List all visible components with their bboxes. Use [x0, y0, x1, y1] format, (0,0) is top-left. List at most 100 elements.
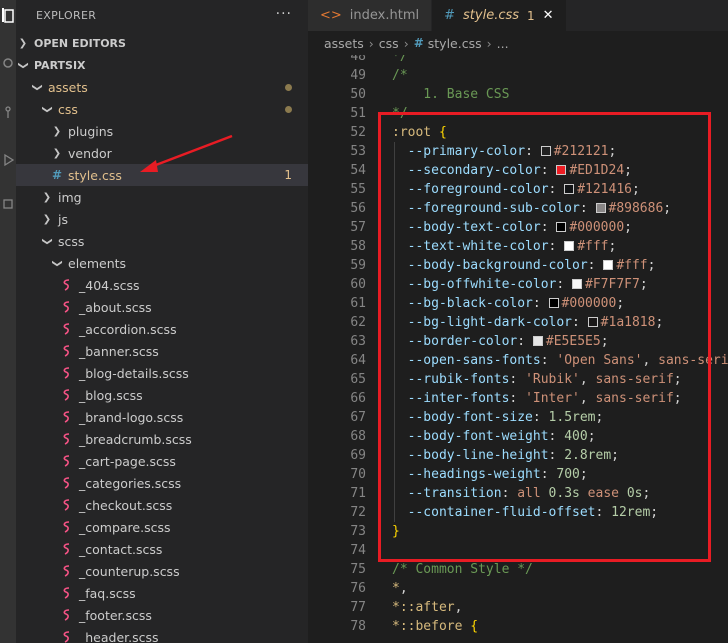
line-number: 48 — [350, 55, 366, 64]
line-number: 54 — [350, 163, 366, 178]
code-line[interactable]: *::after, — [392, 598, 462, 617]
line-number: 52 — [350, 125, 366, 140]
line-number: 49 — [350, 68, 366, 83]
chevron-right-icon: ❯ — [52, 147, 62, 159]
line-number: 50 — [350, 87, 366, 102]
tab-style-css[interactable]: # style.css 1 ✕ — [432, 0, 567, 31]
html-file-icon: <> — [320, 8, 342, 23]
line-number: 59 — [350, 258, 366, 273]
tree-item[interactable]: ❯ js — [16, 208, 308, 230]
tree-item[interactable]: _accordion.scss — [16, 318, 308, 340]
tree-item[interactable]: _counterup.scss — [16, 560, 308, 582]
tree-item-label: scss — [58, 233, 85, 249]
explorer-title: EXPLORER — [36, 9, 97, 22]
line-number: 77 — [350, 600, 366, 615]
line-number: 55 — [350, 182, 366, 197]
tree-item[interactable]: ❯ img — [16, 186, 308, 208]
tree-item-label: vendor — [68, 145, 112, 161]
sass-file-icon — [60, 587, 74, 599]
code-line[interactable]: /* — [392, 66, 408, 85]
run-debug-icon[interactable] — [2, 152, 15, 167]
line-number: 51 — [350, 106, 366, 121]
code-token: , — [399, 581, 408, 596]
tree-item[interactable]: _blog-details.scss — [16, 362, 308, 384]
tree-item[interactable]: _faq.scss — [16, 582, 308, 604]
tree-item-label: _404.scss — [79, 277, 140, 293]
open-editors-section[interactable]: ❯ OPEN EDITORS — [16, 32, 308, 54]
sass-file-icon — [60, 367, 74, 379]
chevron-right-icon: ❯ — [18, 37, 28, 49]
more-actions-icon[interactable]: ··· — [276, 6, 292, 22]
highlight-box — [378, 112, 711, 562]
chevron-down-icon: ❯ — [17, 60, 29, 70]
source-control-icon[interactable] — [2, 104, 14, 118]
tree-item[interactable]: _404.scss — [16, 274, 308, 296]
code-token: *::before — [392, 619, 471, 634]
tree-item[interactable]: _brand-logo.scss — [16, 406, 308, 428]
code-line[interactable]: 1. Base CSS — [392, 85, 509, 104]
annotation-arrow — [140, 134, 233, 172]
close-icon[interactable]: ✕ — [543, 8, 554, 23]
tree-item-label: _accordion.scss — [79, 321, 177, 337]
code-token: { — [470, 619, 479, 634]
tree-item[interactable]: ❯ elements — [16, 252, 308, 274]
chevron-right-icon: ❯ — [42, 191, 52, 203]
code-line[interactable]: *, — [392, 579, 408, 598]
sass-file-icon — [60, 477, 74, 489]
tree-item[interactable]: _header.scss — [16, 626, 308, 643]
extensions-icon[interactable] — [2, 196, 14, 210]
code-line[interactable]: *::before { — [392, 617, 478, 636]
css-file-icon: # — [413, 36, 424, 50]
sass-file-icon — [60, 323, 74, 335]
tree-item[interactable]: _checkout.scss — [16, 494, 308, 516]
tree-item[interactable]: ❯ css — [16, 98, 308, 120]
breadcrumb-item[interactable]: css — [379, 36, 399, 51]
sass-file-icon — [60, 279, 74, 291]
tree-item[interactable]: _categories.scss — [16, 472, 308, 494]
line-number: 63 — [350, 334, 366, 349]
tree-item-label: _counterup.scss — [79, 563, 180, 579]
explorer-icon[interactable] — [2, 8, 14, 23]
tab-index-html[interactable]: <> index.html — [308, 0, 433, 31]
tree-item[interactable]: _contact.scss — [16, 538, 308, 560]
code-line[interactable]: /* Common Style */ — [392, 560, 533, 579]
tree-item-label: plugins — [68, 123, 114, 139]
tree-item[interactable]: _about.scss — [16, 296, 308, 318]
chevron-down-icon: ❯ — [41, 236, 53, 246]
explorer-sidebar: EXPLORER ··· ❯ OPEN EDITORS ❯ PARTSIX ❯ a… — [16, 0, 308, 643]
line-number: 69 — [350, 448, 366, 463]
tree-item-label: _cart-page.scss — [79, 453, 176, 469]
code-token: *::after — [392, 600, 455, 615]
tree-item[interactable]: _compare.scss — [16, 516, 308, 538]
code-line[interactable]: */ — [392, 55, 408, 66]
sass-file-icon — [60, 345, 74, 357]
sass-file-icon — [60, 543, 74, 555]
breadcrumb-item[interactable]: assets — [324, 36, 364, 51]
code-token: /* Common Style */ — [392, 562, 533, 577]
tree-item[interactable]: _cart-page.scss — [16, 450, 308, 472]
sass-file-icon — [60, 301, 74, 313]
line-number: 75 — [350, 562, 366, 577]
breadcrumb-item[interactable]: style.css — [428, 36, 482, 51]
editor-tabs: <> index.html # style.css 1 ✕ — [308, 0, 728, 31]
css-file-icon: # — [51, 168, 63, 182]
tree-item[interactable]: _blog.scss — [16, 384, 308, 406]
problems-badge: 1 — [527, 8, 535, 23]
tree-item-label: _header.scss — [79, 629, 159, 643]
project-section[interactable]: ❯ PARTSIX — [16, 54, 308, 76]
chevron-down-icon: ❯ — [41, 104, 53, 114]
tree-item[interactable]: _breadcrumb.scss — [16, 428, 308, 450]
breadcrumb-item[interactable]: ... — [497, 36, 509, 51]
tree-item[interactable]: ❯ scss — [16, 230, 308, 252]
tree-item[interactable]: _footer.scss — [16, 604, 308, 626]
line-number: 64 — [350, 353, 366, 368]
line-number: 72 — [350, 505, 366, 520]
line-number: 53 — [350, 144, 366, 159]
tree-item[interactable]: ❯ assets — [16, 76, 308, 98]
line-number: 78 — [350, 619, 366, 634]
line-number: 56 — [350, 201, 366, 216]
sass-file-icon — [60, 411, 74, 423]
search-icon[interactable] — [2, 56, 14, 70]
breadcrumb: assets › css › # style.css › ... — [308, 31, 728, 55]
tree-item[interactable]: _banner.scss — [16, 340, 308, 362]
